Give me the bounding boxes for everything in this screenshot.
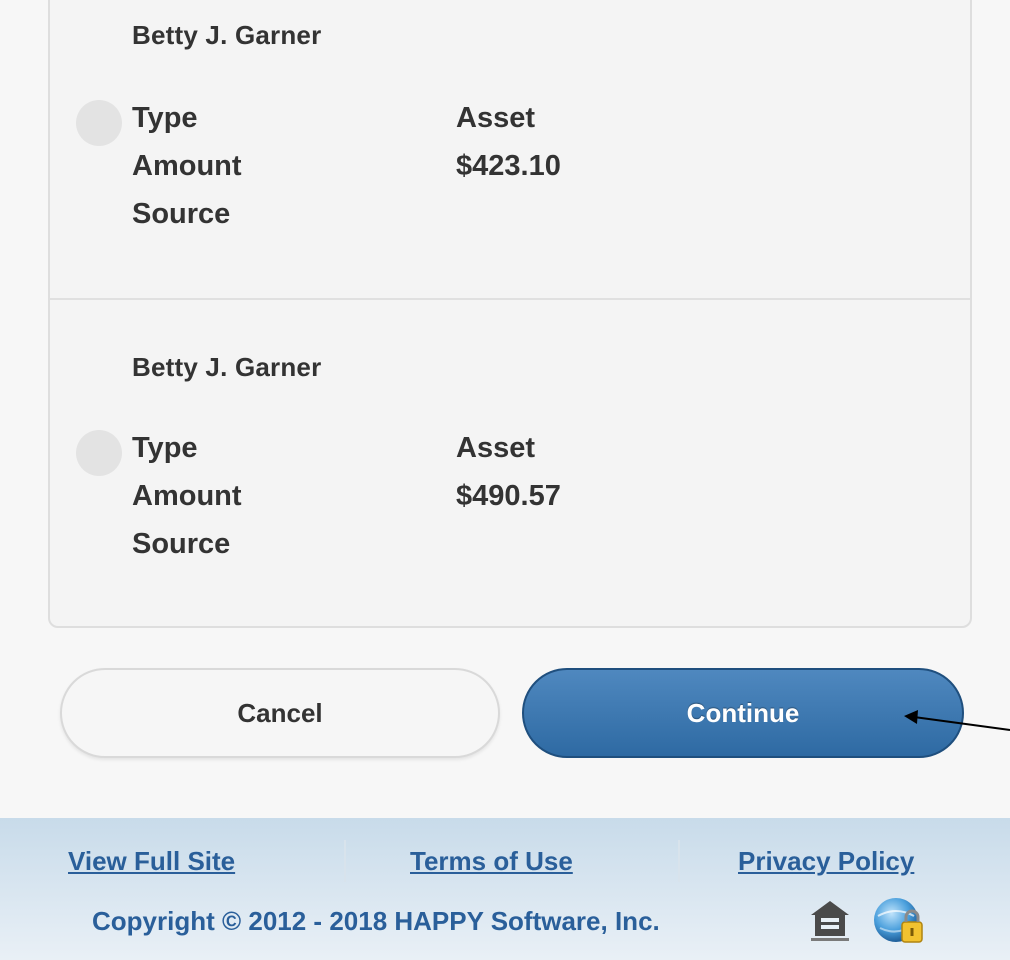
type-value: Asset — [456, 432, 535, 464]
entry-radio-button[interactable] — [76, 100, 122, 146]
entry-name: Betty J. Garner — [132, 352, 322, 382]
type-label: Type — [132, 102, 198, 134]
continue-button[interactable]: Continue — [522, 668, 964, 758]
view-full-site-link[interactable]: View Full Site — [68, 846, 235, 877]
selection-list-card: Betty J. Garner Type Asset Amount $423.1… — [48, 0, 972, 628]
security-lock-icon — [874, 898, 923, 943]
footer-divider — [678, 840, 680, 882]
cancel-button[interactable]: Cancel — [60, 668, 500, 758]
amount-label: Amount — [132, 150, 242, 182]
type-value: Asset — [456, 102, 535, 134]
annotation-arrow-icon — [904, 710, 1010, 731]
source-label: Source — [132, 198, 231, 230]
privacy-policy-link[interactable]: Privacy Policy — [738, 846, 914, 877]
list-item: Betty J. Garner Type Asset Amount $423.1… — [50, 0, 970, 298]
page: Betty J. Garner Type Asset Amount $423.1… — [0, 0, 1010, 960]
entry-name: Betty J. Garner — [132, 20, 322, 50]
equal-housing-icon — [811, 901, 849, 941]
footer-divider — [344, 840, 346, 882]
terms-of-use-link[interactable]: Terms of Use — [410, 846, 573, 877]
amount-label: Amount — [132, 480, 242, 512]
amount-value: $423.10 — [456, 150, 561, 182]
footer: View Full Site Terms of Use Privacy Poli… — [0, 818, 1010, 960]
amount-value: $490.57 — [456, 480, 561, 512]
copyright-text: Copyright © 2012 - 2018 HAPPY Software, … — [92, 906, 660, 936]
source-label: Source — [132, 528, 231, 560]
type-label: Type — [132, 432, 198, 464]
entry-radio-button[interactable] — [76, 430, 122, 476]
list-item: Betty J. Garner Type Asset Amount $490.5… — [50, 298, 970, 630]
